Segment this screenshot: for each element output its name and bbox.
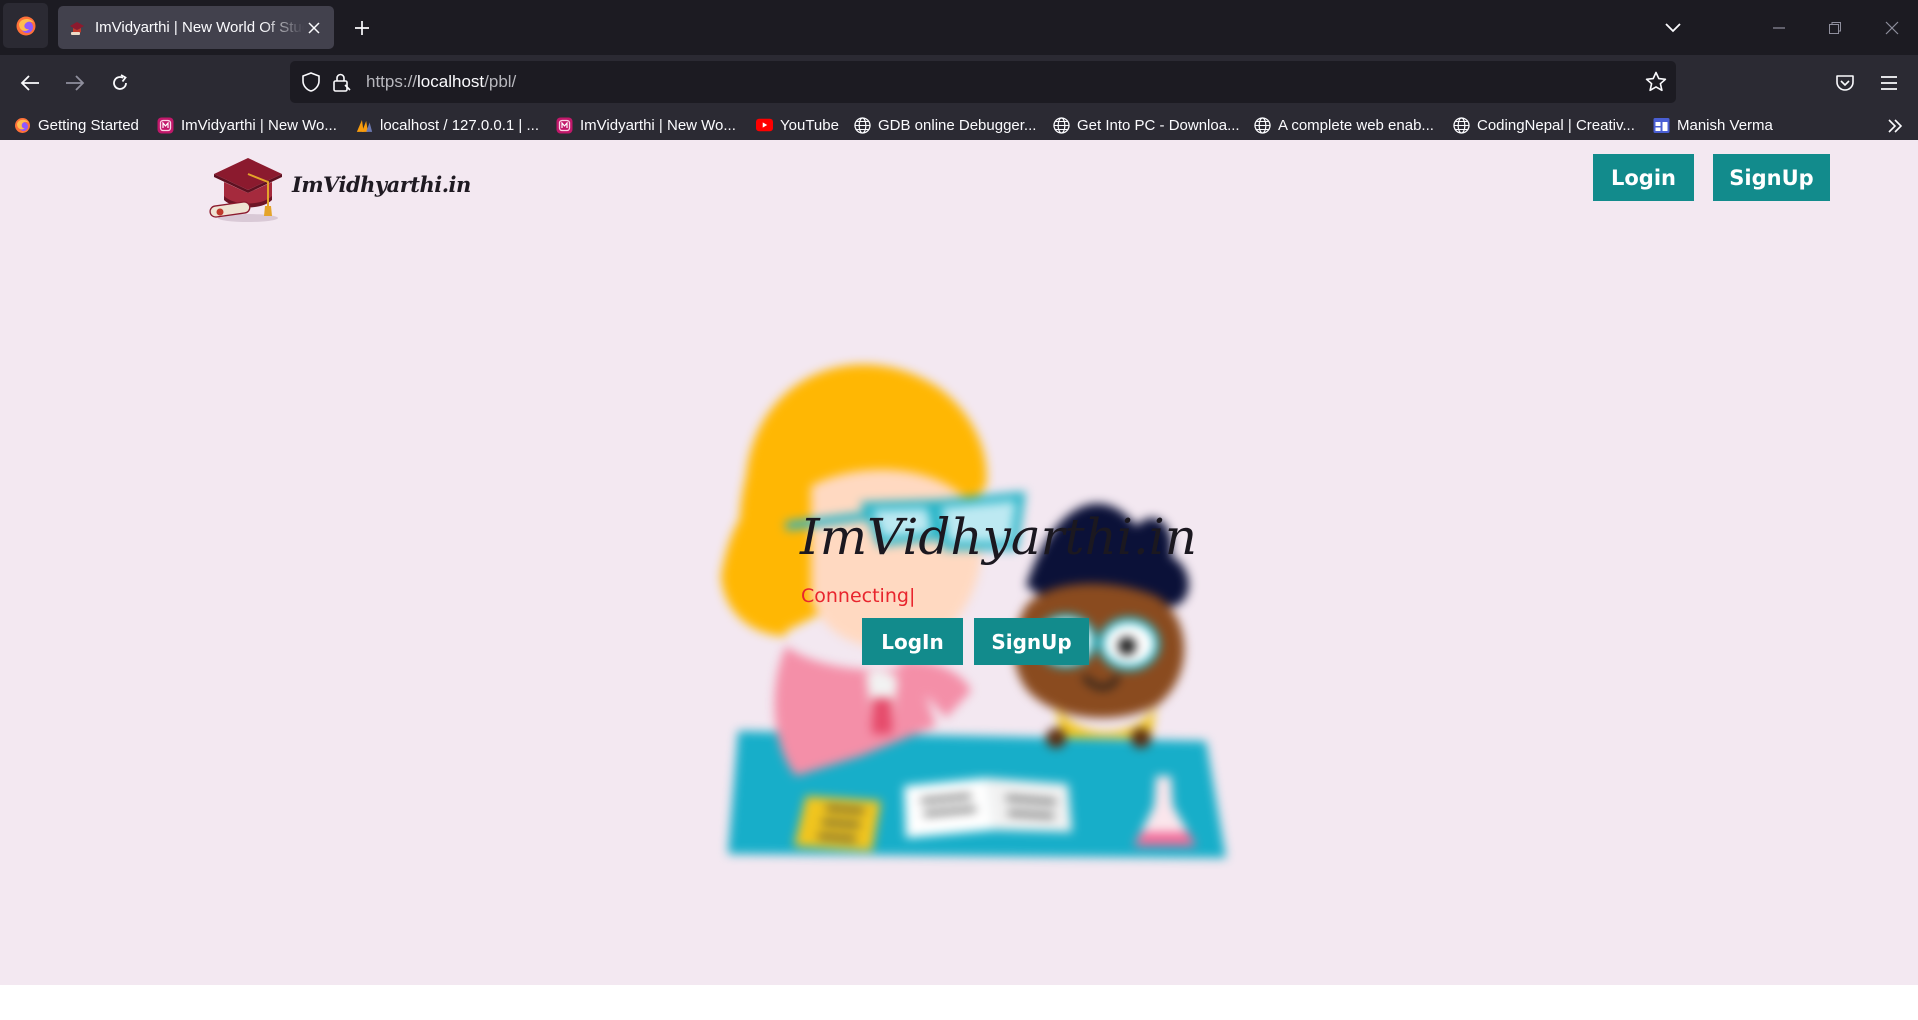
forward-button[interactable]: [57, 65, 93, 101]
page-viewport: ImVidhyarthi.in Login SignUp ImVidhyarth…: [0, 140, 1918, 985]
bookmark-label: localhost / 127.0.0.1 | ...: [380, 116, 539, 134]
shield-icon[interactable]: [300, 71, 322, 93]
list-all-tabs-button[interactable]: [1657, 12, 1689, 44]
reload-button[interactable]: [102, 65, 138, 101]
bookmark-label: GDB online Debugger...: [878, 116, 1037, 134]
restore-button[interactable]: [1817, 10, 1853, 46]
app-menu-button[interactable]: [1871, 65, 1907, 101]
calendar-icon: [1653, 117, 1670, 134]
back-button[interactable]: [12, 65, 48, 101]
address-bar[interactable]: https://localhost/pbl/: [290, 61, 1676, 103]
tab-title: ImVidyarthi | New World Of Students: [95, 19, 304, 36]
lock-icon[interactable]: [330, 71, 352, 93]
bookmark-item[interactable]: localhost / 127.0.0.1 | ...: [356, 114, 539, 136]
url-text[interactable]: https://localhost/pbl/: [366, 72, 516, 92]
plus-icon: [355, 21, 369, 35]
arrow-right-icon: [66, 75, 85, 91]
globe-icon: [1053, 116, 1070, 134]
bookmark-item[interactable]: Manish Verma: [1653, 114, 1773, 136]
bookmark-label: Manish Verma: [1677, 116, 1773, 134]
graduation-cap-logo-icon: [209, 158, 282, 222]
firefox-icon: [16, 16, 35, 35]
globe-icon: [854, 116, 871, 134]
hero-login-button[interactable]: LogIn: [862, 618, 963, 665]
imvidyarthi-favicon: [157, 117, 174, 134]
imvidyarthi-favicon: [556, 117, 573, 134]
students-illustration: [721, 364, 1226, 858]
restore-icon: [1829, 22, 1841, 34]
bookmark-label: CodingNepal | Creativ...: [1477, 116, 1635, 134]
bookmark-star-icon[interactable]: [1644, 70, 1668, 94]
more-bookmarks-button[interactable]: [1884, 115, 1906, 137]
hero-signup-button[interactable]: SignUp: [974, 618, 1089, 665]
hero-title: ImVidhyarthi.in: [800, 508, 1197, 566]
double-chevron-right-icon: [1888, 119, 1903, 133]
bookmark-item[interactable]: A complete web enab...: [1254, 114, 1434, 136]
browser-navigation-bar: https://localhost/pbl/: [0, 55, 1918, 111]
bookmarks-toolbar: Getting Started ImVidyarthi | New Wo... …: [0, 111, 1918, 140]
minimize-icon: [1773, 27, 1785, 29]
firefox-icon: [14, 117, 31, 134]
bookmark-item[interactable]: GDB online Debugger...: [854, 114, 1036, 136]
chevron-down-icon: [1665, 23, 1681, 33]
hamburger-menu-icon: [1881, 76, 1897, 90]
url-host: localhost: [417, 72, 485, 91]
bookmark-label: A complete web enab...: [1278, 116, 1434, 134]
globe-icon: [1254, 116, 1271, 134]
url-scheme: https://: [366, 72, 418, 91]
globe-icon: [1453, 116, 1470, 134]
pocket-button[interactable]: [1827, 65, 1863, 101]
bookmark-item[interactable]: Get Into PC - Downloa...: [1053, 114, 1240, 136]
bookmark-label: ImVidyarthi | New Wo...: [580, 116, 736, 134]
bookmark-item[interactable]: Getting Started: [14, 114, 139, 136]
close-window-button[interactable]: [1874, 10, 1910, 46]
pocket-icon: [1836, 75, 1854, 91]
reload-icon: [113, 74, 127, 90]
typing-status-text: Connecting|: [801, 585, 916, 607]
bookmark-label: Getting Started: [38, 116, 139, 134]
bookmark-item[interactable]: ImVidyarthi | New Wo...: [556, 114, 736, 136]
page-bottom-strip: [0, 985, 1918, 1020]
bookmark-item[interactable]: YouTube: [756, 114, 839, 136]
bookmark-item[interactable]: ImVidyarthi | New Wo...: [157, 114, 337, 136]
browser-tab-bar: ImVidyarthi | New World Of Students: [0, 0, 1918, 55]
arrow-left-icon: [20, 75, 39, 91]
firefox-menu-button[interactable]: [3, 3, 48, 48]
bookmark-label: ImVidyarthi | New Wo...: [181, 116, 337, 134]
header-signup-button[interactable]: SignUp: [1713, 154, 1830, 201]
site-logo[interactable]: ImVidhyarthi.in: [208, 152, 471, 224]
close-icon: [1885, 21, 1899, 35]
url-path: /pbl/: [484, 72, 517, 91]
imvidyarthi-favicon: [68, 19, 86, 37]
bookmark-label: YouTube: [780, 116, 839, 134]
phpmyadmin-icon: [356, 117, 373, 134]
site-brand-name: ImVidhyarthi.in: [292, 171, 471, 197]
active-tab[interactable]: ImVidyarthi | New World Of Students: [58, 6, 334, 49]
header-login-button[interactable]: Login: [1593, 154, 1694, 201]
close-icon[interactable]: [304, 18, 324, 38]
bookmark-label: Get Into PC - Downloa...: [1077, 116, 1240, 134]
minimize-button[interactable]: [1761, 10, 1797, 46]
new-tab-button[interactable]: [346, 12, 378, 44]
bookmark-item[interactable]: CodingNepal | Creativ...: [1453, 114, 1635, 136]
youtube-icon: [756, 117, 773, 134]
